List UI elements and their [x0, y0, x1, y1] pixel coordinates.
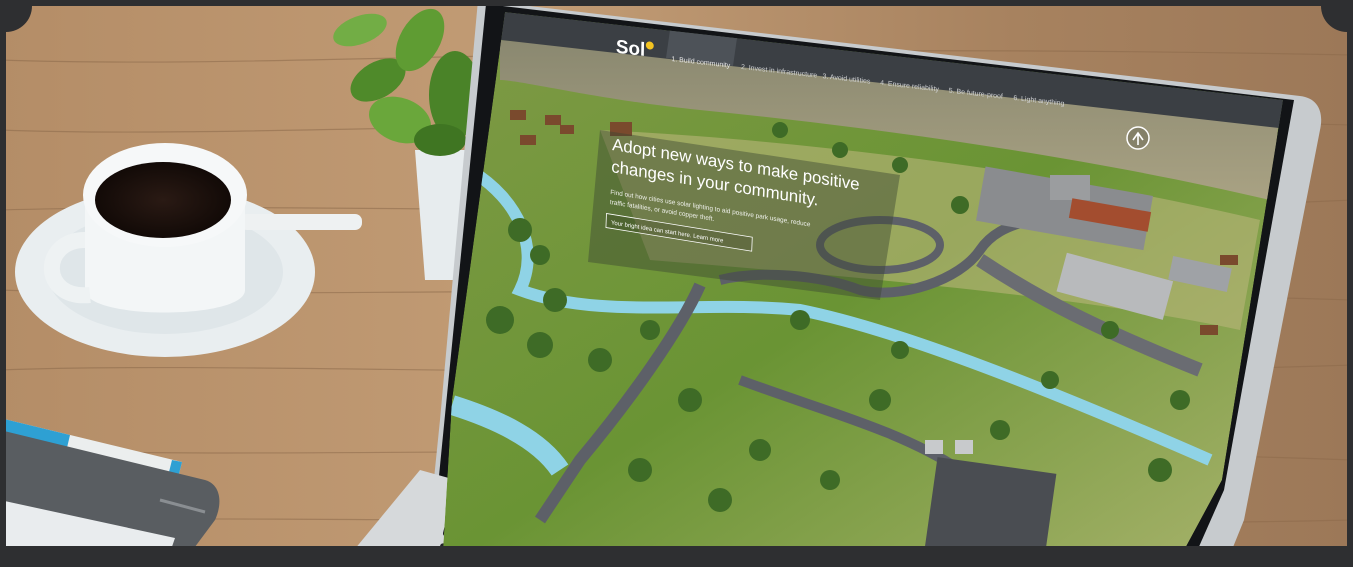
- spoon: [240, 214, 362, 230]
- scene-svg: esc: [0, 0, 1353, 567]
- website-screen: Sol 1. Build community 2. Invest in infr…: [442, 12, 1283, 567]
- site-logo[interactable]: Sol: [616, 37, 646, 61]
- desk-photo-scene: esc: [0, 0, 1353, 567]
- arrow-up-circle-icon[interactable]: [1126, 126, 1150, 150]
